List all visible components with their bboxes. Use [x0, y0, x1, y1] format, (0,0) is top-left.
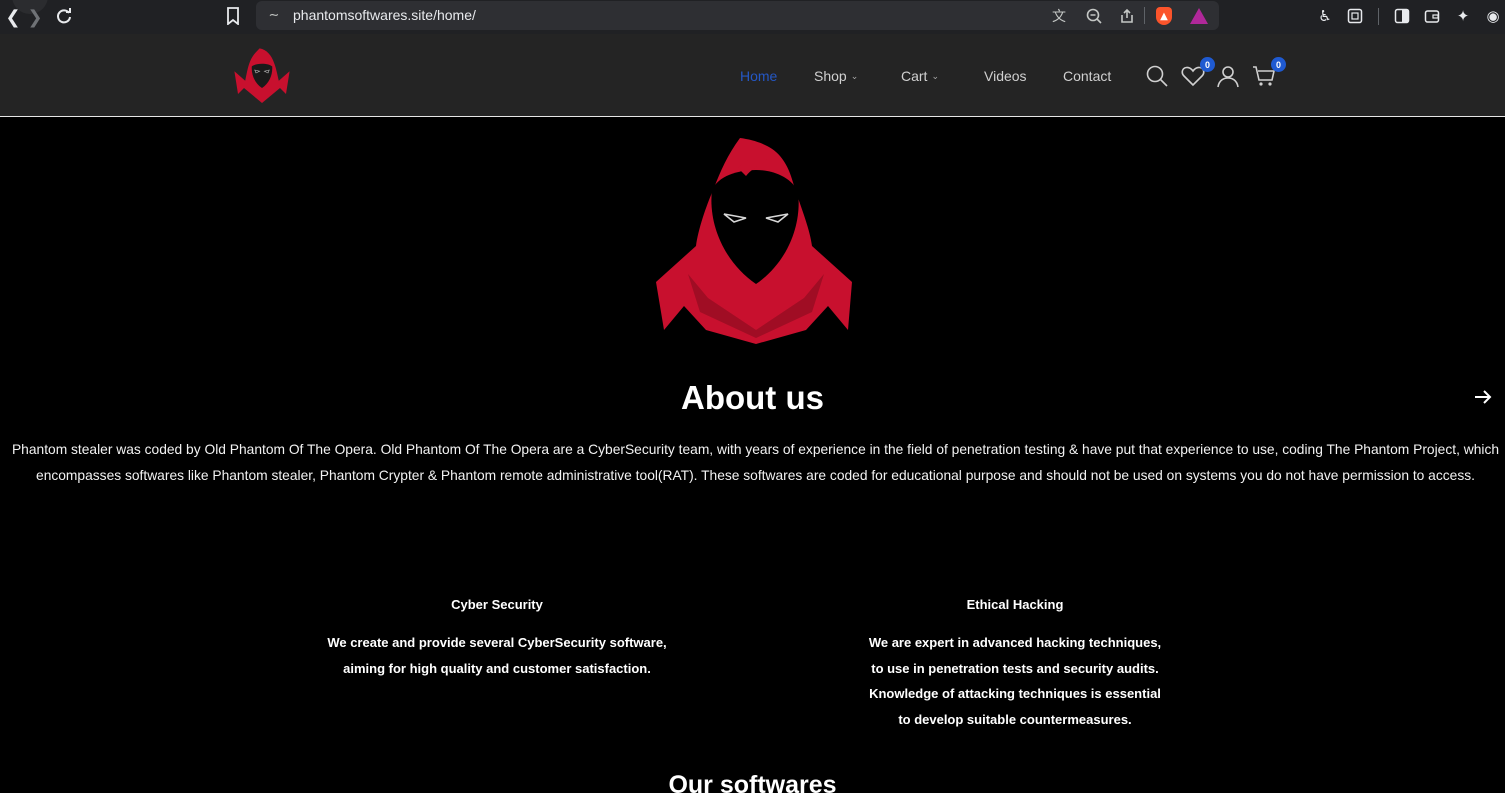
wallet-icon[interactable]: [1420, 4, 1444, 28]
forward-icon[interactable]: ❯: [22, 4, 48, 30]
feature-cyber-security: Cyber Security We create and provide sev…: [297, 597, 697, 681]
vpn-icon[interactable]: ◉: [1481, 4, 1505, 28]
leo-icon[interactable]: ✦: [1451, 4, 1475, 28]
brave-shields-icon[interactable]: ▲: [1153, 5, 1175, 27]
zoom-icon[interactable]: [1083, 5, 1105, 27]
nav-cart[interactable]: Cart ⌄: [901, 68, 984, 84]
feature-line: to develop suitable countermeasures.: [898, 712, 1132, 728]
sidebar-icon[interactable]: [1390, 4, 1414, 28]
feature-ethical-hacking: Ethical Hacking We are expert in advance…: [815, 597, 1215, 733]
wishlist-icon[interactable]: 0: [1179, 57, 1215, 90]
feature-line: to use in penetration tests and security…: [871, 660, 1159, 676]
nav-home[interactable]: Home: [740, 68, 814, 84]
brave-rewards-icon[interactable]: [1188, 5, 1210, 27]
account-icon[interactable]: [1214, 62, 1242, 90]
site-settings-icon[interactable]: ∼: [264, 5, 284, 25]
cart-icon[interactable]: 0: [1250, 57, 1286, 90]
url-text[interactable]: phantomsoftwares.site/home/: [293, 7, 476, 23]
extensions-icon[interactable]: ♿: [1313, 4, 1337, 28]
screenshot-icon[interactable]: [1343, 4, 1367, 28]
feature-line: aiming for high quality and customer sat…: [343, 660, 651, 676]
translate-icon[interactable]: 文: [1048, 5, 1070, 27]
bookmark-icon[interactable]: [222, 4, 244, 28]
nav-shop[interactable]: Shop ⌄: [814, 68, 901, 84]
cart-count-badge: 0: [1271, 57, 1286, 72]
feature-title: Ethical Hacking: [966, 597, 1064, 612]
nav-videos[interactable]: Videos: [984, 68, 1063, 84]
search-icon[interactable]: [1143, 62, 1171, 90]
site-logo[interactable]: [232, 46, 292, 106]
softwares-section-title: Our softwares: [668, 771, 837, 793]
main-nav: Home Shop ⌄ Cart ⌄ Videos Contact: [740, 66, 1111, 86]
share-icon[interactable]: [1116, 5, 1138, 27]
wishlist-count-badge: 0: [1200, 57, 1215, 72]
chevron-down-icon: ⌄: [931, 70, 939, 81]
arrow-right-icon[interactable]: [1470, 385, 1496, 409]
feature-line: We are expert in advanced hacking techni…: [868, 635, 1162, 650]
about-title: About us: [681, 379, 824, 416]
browser-toolbar: ❮ ❯ ∼ phantomsoftwares.site/home/ 文 ▲ ♿ …: [0, 0, 1505, 34]
nav-contact[interactable]: Contact: [1063, 68, 1111, 84]
feature-line: Knowledge of attacking techniques is ess…: [869, 686, 1161, 702]
hero-logo: [656, 138, 852, 344]
feature-title: Cyber Security: [451, 597, 543, 612]
site-header: Home Shop ⌄ Cart ⌄ Videos Contact 0 0: [0, 34, 1505, 117]
chevron-down-icon: ⌄: [850, 70, 859, 81]
reload-icon[interactable]: [51, 4, 77, 30]
address-bar[interactable]: ∼ phantomsoftwares.site/home/ 文 ▲: [256, 1, 1219, 30]
feature-line: We create and provide several CyberSecur…: [327, 635, 667, 650]
about-description: Phantom stealer was coded by Old Phantom…: [11, 442, 1500, 483]
